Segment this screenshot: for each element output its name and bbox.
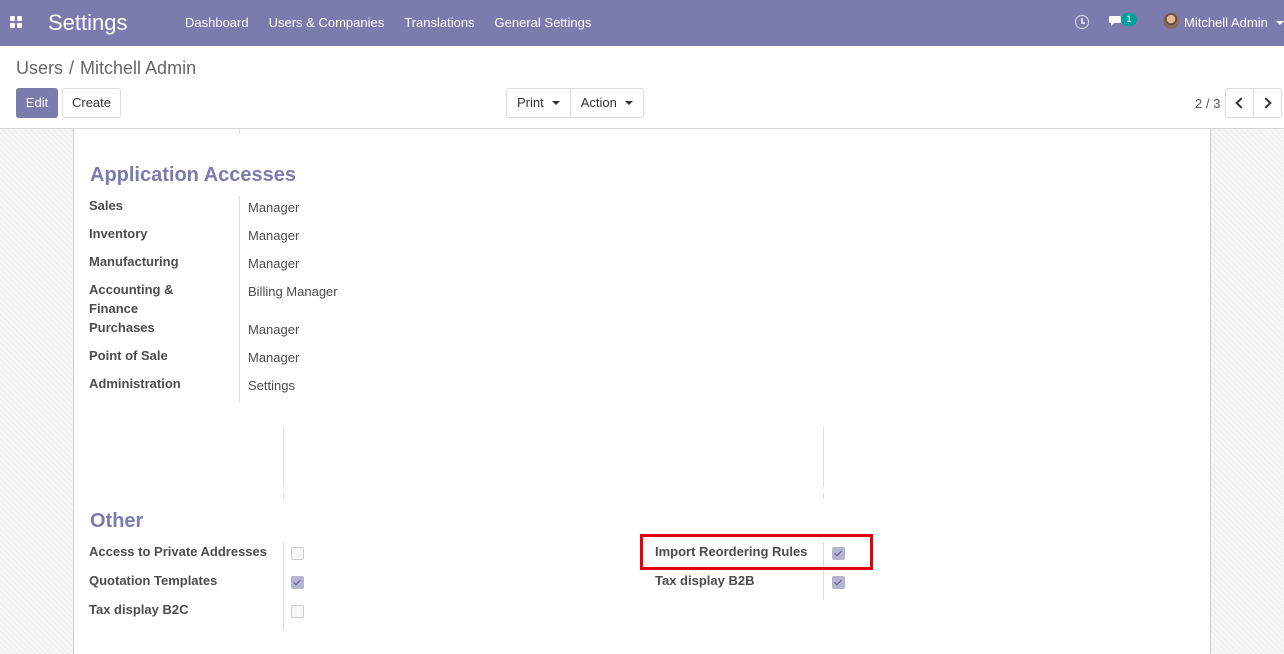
user-menu-caret-icon[interactable] (1276, 21, 1284, 25)
print-dropdown[interactable]: Print (507, 89, 570, 117)
column-divider (283, 493, 284, 499)
column-divider (283, 427, 284, 487)
edit-button[interactable]: Edit (16, 88, 58, 118)
option-label-private-addresses: Access to Private Addresses (89, 544, 268, 559)
column-divider (823, 427, 824, 487)
checkbox-private-addresses[interactable] (291, 547, 304, 560)
pager-value[interactable]: 2 / 3 (1195, 96, 1220, 111)
column-divider (239, 196, 240, 402)
caret-down-icon (551, 101, 560, 105)
column-divider (239, 129, 240, 134)
menu-item-users-companies[interactable]: Users & Companies (259, 0, 395, 46)
access-value-manufacturing: Manager (248, 256, 300, 271)
user-avatar[interactable] (1163, 13, 1179, 29)
apps-menu-icon[interactable] (10, 16, 23, 29)
menu-item-dashboard[interactable]: Dashboard (175, 0, 259, 46)
chevron-left-icon (1235, 97, 1247, 109)
access-label-administration: Administration (89, 376, 181, 391)
breadcrumb: Users / Mitchell Admin (16, 58, 196, 79)
access-label-sales: Sales (89, 198, 123, 213)
access-value-inventory: Manager (248, 228, 300, 243)
access-value-sales: Manager (248, 200, 300, 215)
action-buttons-group: Print Action (506, 88, 644, 118)
menu-item-general-settings[interactable]: General Settings (485, 0, 602, 46)
checkbox-tax-b2c[interactable] (291, 605, 304, 618)
access-value-purchases: Manager (248, 322, 300, 337)
access-label-point-of-sale: Point of Sale (89, 348, 168, 363)
menu-item-translations[interactable]: Translations (394, 0, 484, 46)
form-sheet (73, 129, 1211, 654)
highlight-box (640, 534, 873, 570)
breadcrumb-users[interactable]: Users (16, 58, 63, 78)
action-dropdown[interactable]: Action (569, 89, 643, 117)
caret-down-icon (624, 101, 633, 105)
create-button[interactable]: Create (62, 88, 121, 118)
access-label-accounting: Accounting & Finance (89, 282, 174, 316)
activity-clock-icon[interactable] (1075, 15, 1089, 29)
main-menu: Dashboard Users & Companies Translations… (175, 0, 601, 46)
print-label: Print (517, 95, 544, 110)
chevron-right-icon (1260, 97, 1272, 109)
access-label-inventory: Inventory (89, 226, 148, 241)
breadcrumb-separator: / (69, 58, 75, 78)
column-divider (283, 542, 284, 630)
pager-previous-button[interactable] (1225, 88, 1254, 118)
pager-next-button[interactable] (1253, 88, 1282, 118)
checkbox-tax-b2b[interactable] (832, 576, 845, 589)
access-value-administration: Settings (248, 378, 295, 393)
option-label-quotation-templates: Quotation Templates (89, 573, 218, 588)
user-menu-name[interactable]: Mitchell Admin (1184, 15, 1268, 30)
section-title-other: Other (90, 510, 144, 532)
chat-count-badge: 1 (1121, 13, 1137, 26)
section-title-application-accesses: Application Accesses (90, 164, 297, 186)
access-label-manufacturing: Manufacturing (89, 254, 179, 269)
checkbox-quotation-templates[interactable] (291, 576, 304, 589)
action-label: Action (580, 95, 617, 110)
column-divider (823, 493, 824, 499)
breadcrumb-current: Mitchell Admin (80, 58, 197, 78)
access-value-accounting: Billing Manager (248, 284, 338, 299)
access-value-point-of-sale: Manager (248, 350, 300, 365)
top-navbar: Settings Dashboard Users & Companies Tra… (0, 0, 1284, 46)
access-label-purchases: Purchases (89, 320, 155, 335)
app-title[interactable]: Settings (48, 10, 128, 36)
option-label-tax-b2b: Tax display B2B (655, 573, 755, 588)
option-label-tax-b2c: Tax display B2C (89, 602, 189, 617)
